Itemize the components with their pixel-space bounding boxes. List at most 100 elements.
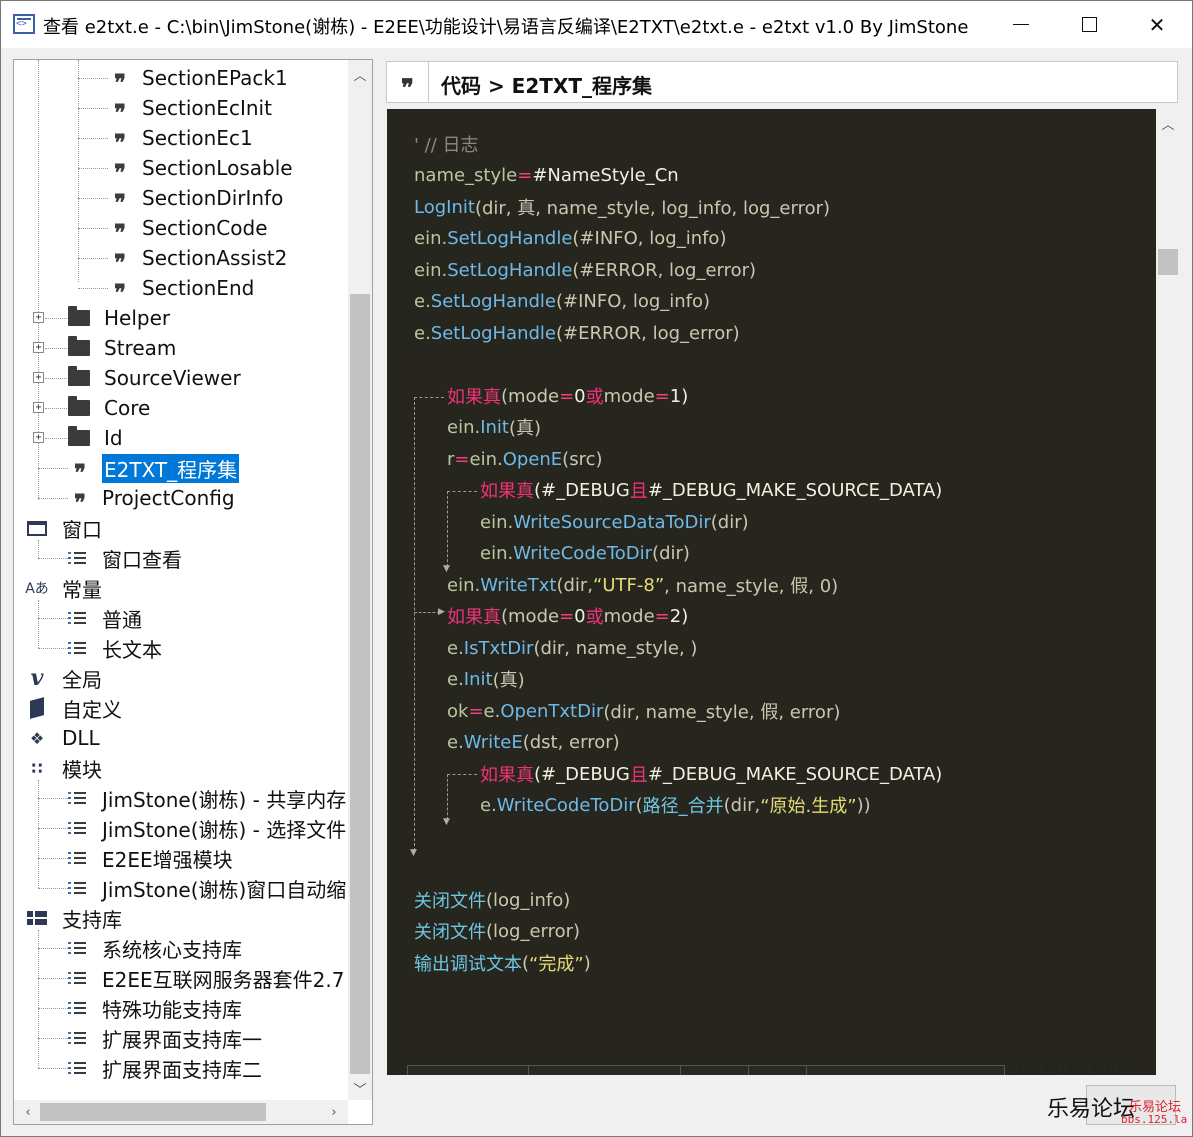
expand-icon[interactable]: + bbox=[33, 372, 44, 383]
tree-group-custom[interactable]: 自定义 bbox=[26, 693, 122, 723]
code-token: 0 bbox=[574, 605, 586, 627]
expand-icon[interactable]: + bbox=[33, 432, 44, 443]
scroll-left-icon[interactable]: ‹ bbox=[16, 1100, 40, 1124]
tree-item-stream[interactable]: Stream bbox=[68, 333, 176, 363]
tree-item-lib-4[interactable]: 扩展界面支持库二 bbox=[68, 1053, 262, 1083]
tree-item-section-dirinfo[interactable]: ❞ SectionDirInfo bbox=[108, 183, 283, 216]
tree-item-lib-2[interactable]: 特殊功能支持库 bbox=[68, 993, 242, 1023]
expand-icon[interactable]: + bbox=[33, 402, 44, 413]
title-bar: 查看 e2txt.e - C:\bin\JimStone(谢栋) - E2EE\… bbox=[1, 1, 1192, 48]
tree-item-window-view[interactable]: 窗口查看 bbox=[68, 543, 182, 573]
tree-item-label: Core bbox=[104, 396, 151, 420]
tree-group-global[interactable]: v 全局 bbox=[26, 663, 102, 693]
tree-item-module-2[interactable]: E2EE增强模块 bbox=[68, 843, 233, 873]
tree-item-const-longtext[interactable]: 长文本 bbox=[68, 633, 162, 663]
code-token: WriteE bbox=[463, 731, 523, 753]
tree-item-helper[interactable]: Helper bbox=[68, 303, 170, 333]
minimize-button[interactable] bbox=[986, 1, 1056, 48]
project-tree[interactable]: ❞ SectionEPack1 ❞ SectionEcInit ❞ SectionEc… bbox=[13, 59, 373, 1125]
breadcrumb: 代码 > E2TXT_程序集 bbox=[441, 74, 652, 98]
tree-horizontal-scrollbar[interactable]: ‹ › bbox=[14, 1100, 348, 1124]
tree-item-module-0[interactable]: JimStone(谢栋) - 共享内存 bbox=[68, 783, 346, 813]
code-token: SetLogHandle bbox=[430, 322, 556, 344]
expand-icon[interactable]: + bbox=[33, 312, 44, 323]
scroll-thumb[interactable] bbox=[40, 1103, 266, 1121]
code-token: (src) bbox=[562, 448, 603, 470]
tree-item-section-ecinit[interactable]: ❞ SectionEcInit bbox=[108, 93, 272, 126]
tree-connector bbox=[45, 378, 67, 379]
list-icon bbox=[68, 1031, 86, 1045]
code-token: ein. bbox=[414, 259, 448, 281]
tree-item-section-code[interactable]: ❞ SectionCode bbox=[108, 213, 267, 244]
code-token: ein. bbox=[480, 511, 514, 533]
tree-item-section-ec1[interactable]: ❞ SectionEc1 bbox=[108, 123, 253, 154]
tree-item-lib-1[interactable]: E2EE互联网服务器套件2.7 bbox=[68, 963, 344, 993]
quote-icon: ❞ bbox=[114, 190, 126, 216]
code-vertical-scrollbar[interactable]: ︿ bbox=[1156, 109, 1180, 1075]
tree-item-projectconfig[interactable]: ❞ ProjectConfig bbox=[68, 483, 235, 514]
scroll-thumb[interactable] bbox=[350, 294, 370, 1074]
tree-item-section-assist2[interactable]: ❞ SectionAssist2 bbox=[108, 243, 287, 274]
scroll-right-icon[interactable]: › bbox=[322, 1100, 346, 1124]
tree-item-section-epack1[interactable]: ❞ SectionEPack1 bbox=[108, 63, 288, 94]
code-token: ( bbox=[522, 952, 530, 974]
tree-connector bbox=[38, 780, 39, 888]
tree-group-libraries[interactable]: 支持库 bbox=[26, 903, 122, 933]
tree-connector bbox=[78, 198, 108, 199]
code-token: Init bbox=[480, 416, 509, 438]
close-button[interactable]: ✕ bbox=[1122, 1, 1192, 48]
tree-connector bbox=[45, 348, 67, 349]
tree-group-dll[interactable]: ❖ DLL bbox=[26, 723, 100, 753]
scroll-down-icon[interactable]: ﹀ bbox=[348, 1076, 372, 1100]
tree-item-label: JimStone(谢栋) - 选择文件 bbox=[102, 817, 347, 842]
tree-connector bbox=[38, 1068, 68, 1069]
code-line: ein. WriteSourceDataToDir (dir) bbox=[480, 507, 749, 537]
tree-group-modules[interactable]: ∷ 模块 bbox=[26, 753, 102, 783]
tree-group-constants[interactable]: Aあ 常量 bbox=[25, 573, 102, 603]
tree-item-sourceviewer[interactable]: SourceViewer bbox=[68, 363, 241, 393]
tree-item-label: SectionEc1 bbox=[142, 126, 253, 150]
scroll-up-icon[interactable]: ︿ bbox=[348, 62, 372, 86]
code-token: LogInit bbox=[414, 196, 475, 218]
tree-item-lib-3[interactable]: 扩展界面支持库一 bbox=[68, 1023, 262, 1053]
code-token: 关闭文件 bbox=[414, 891, 486, 912]
tree-item-const-normal[interactable]: 普通 bbox=[68, 603, 142, 633]
code-token: (log_info) bbox=[486, 889, 571, 911]
code-token: mode bbox=[603, 385, 655, 407]
tree-item-core[interactable]: Core bbox=[68, 393, 150, 423]
code-token: 关闭文件 bbox=[414, 922, 486, 943]
code-token: 或 bbox=[585, 607, 604, 628]
tree-item-label: 扩展界面支持库一 bbox=[102, 1027, 262, 1052]
tree-item-label: Helper bbox=[104, 306, 171, 330]
dropbox-icon: ❖ bbox=[29, 728, 45, 748]
tree-item-module-1[interactable]: JimStone(谢栋) - 选择文件 bbox=[68, 813, 346, 843]
list-icon bbox=[68, 821, 86, 835]
tree-item-label: E2EE互联网服务器套件2.7 bbox=[102, 967, 345, 992]
tree-connector bbox=[38, 468, 68, 469]
tree-item-section-losable[interactable]: ❞ SectionLosable bbox=[108, 153, 293, 184]
tree-connector bbox=[38, 828, 68, 829]
tree-item-lib-0[interactable]: 系统核心支持库 bbox=[68, 933, 242, 963]
minimize-icon bbox=[1013, 24, 1029, 25]
tree-item-section-end[interactable]: ❞ SectionEnd bbox=[108, 273, 254, 304]
flow-guide bbox=[447, 774, 477, 775]
tree-item-label: 系统核心支持库 bbox=[102, 937, 242, 962]
tree-item-id[interactable]: Id bbox=[68, 423, 123, 453]
tree-item-e2txt-module[interactable]: ❞ E2TXT_程序集 bbox=[68, 453, 240, 484]
tree-group-window[interactable]: 窗口 bbox=[26, 513, 102, 543]
maximize-button[interactable] bbox=[1054, 1, 1124, 48]
tree-connector bbox=[78, 258, 108, 259]
code-token: ein. bbox=[447, 416, 481, 438]
code-token: e. bbox=[447, 637, 464, 659]
scroll-up-icon[interactable]: ︿ bbox=[1156, 111, 1180, 135]
scroll-thumb[interactable] bbox=[1158, 249, 1178, 275]
quote-icon: ❞ bbox=[114, 100, 126, 126]
code-editor[interactable]: ' // 日志 name_style = #NameStyle_Cn LogIn… bbox=[387, 109, 1156, 1075]
tree-vertical-scrollbar[interactable]: ︿ ﹀ bbox=[348, 60, 372, 1100]
table-column bbox=[748, 1066, 749, 1075]
expand-icon[interactable]: + bbox=[33, 342, 44, 353]
tree-item-label: 窗口 bbox=[62, 517, 102, 542]
tree-item-label: 长文本 bbox=[102, 637, 162, 662]
tree-item-module-3[interactable]: JimStone(谢栋)窗口自动缩 bbox=[68, 873, 346, 903]
code-token: r bbox=[447, 448, 455, 470]
